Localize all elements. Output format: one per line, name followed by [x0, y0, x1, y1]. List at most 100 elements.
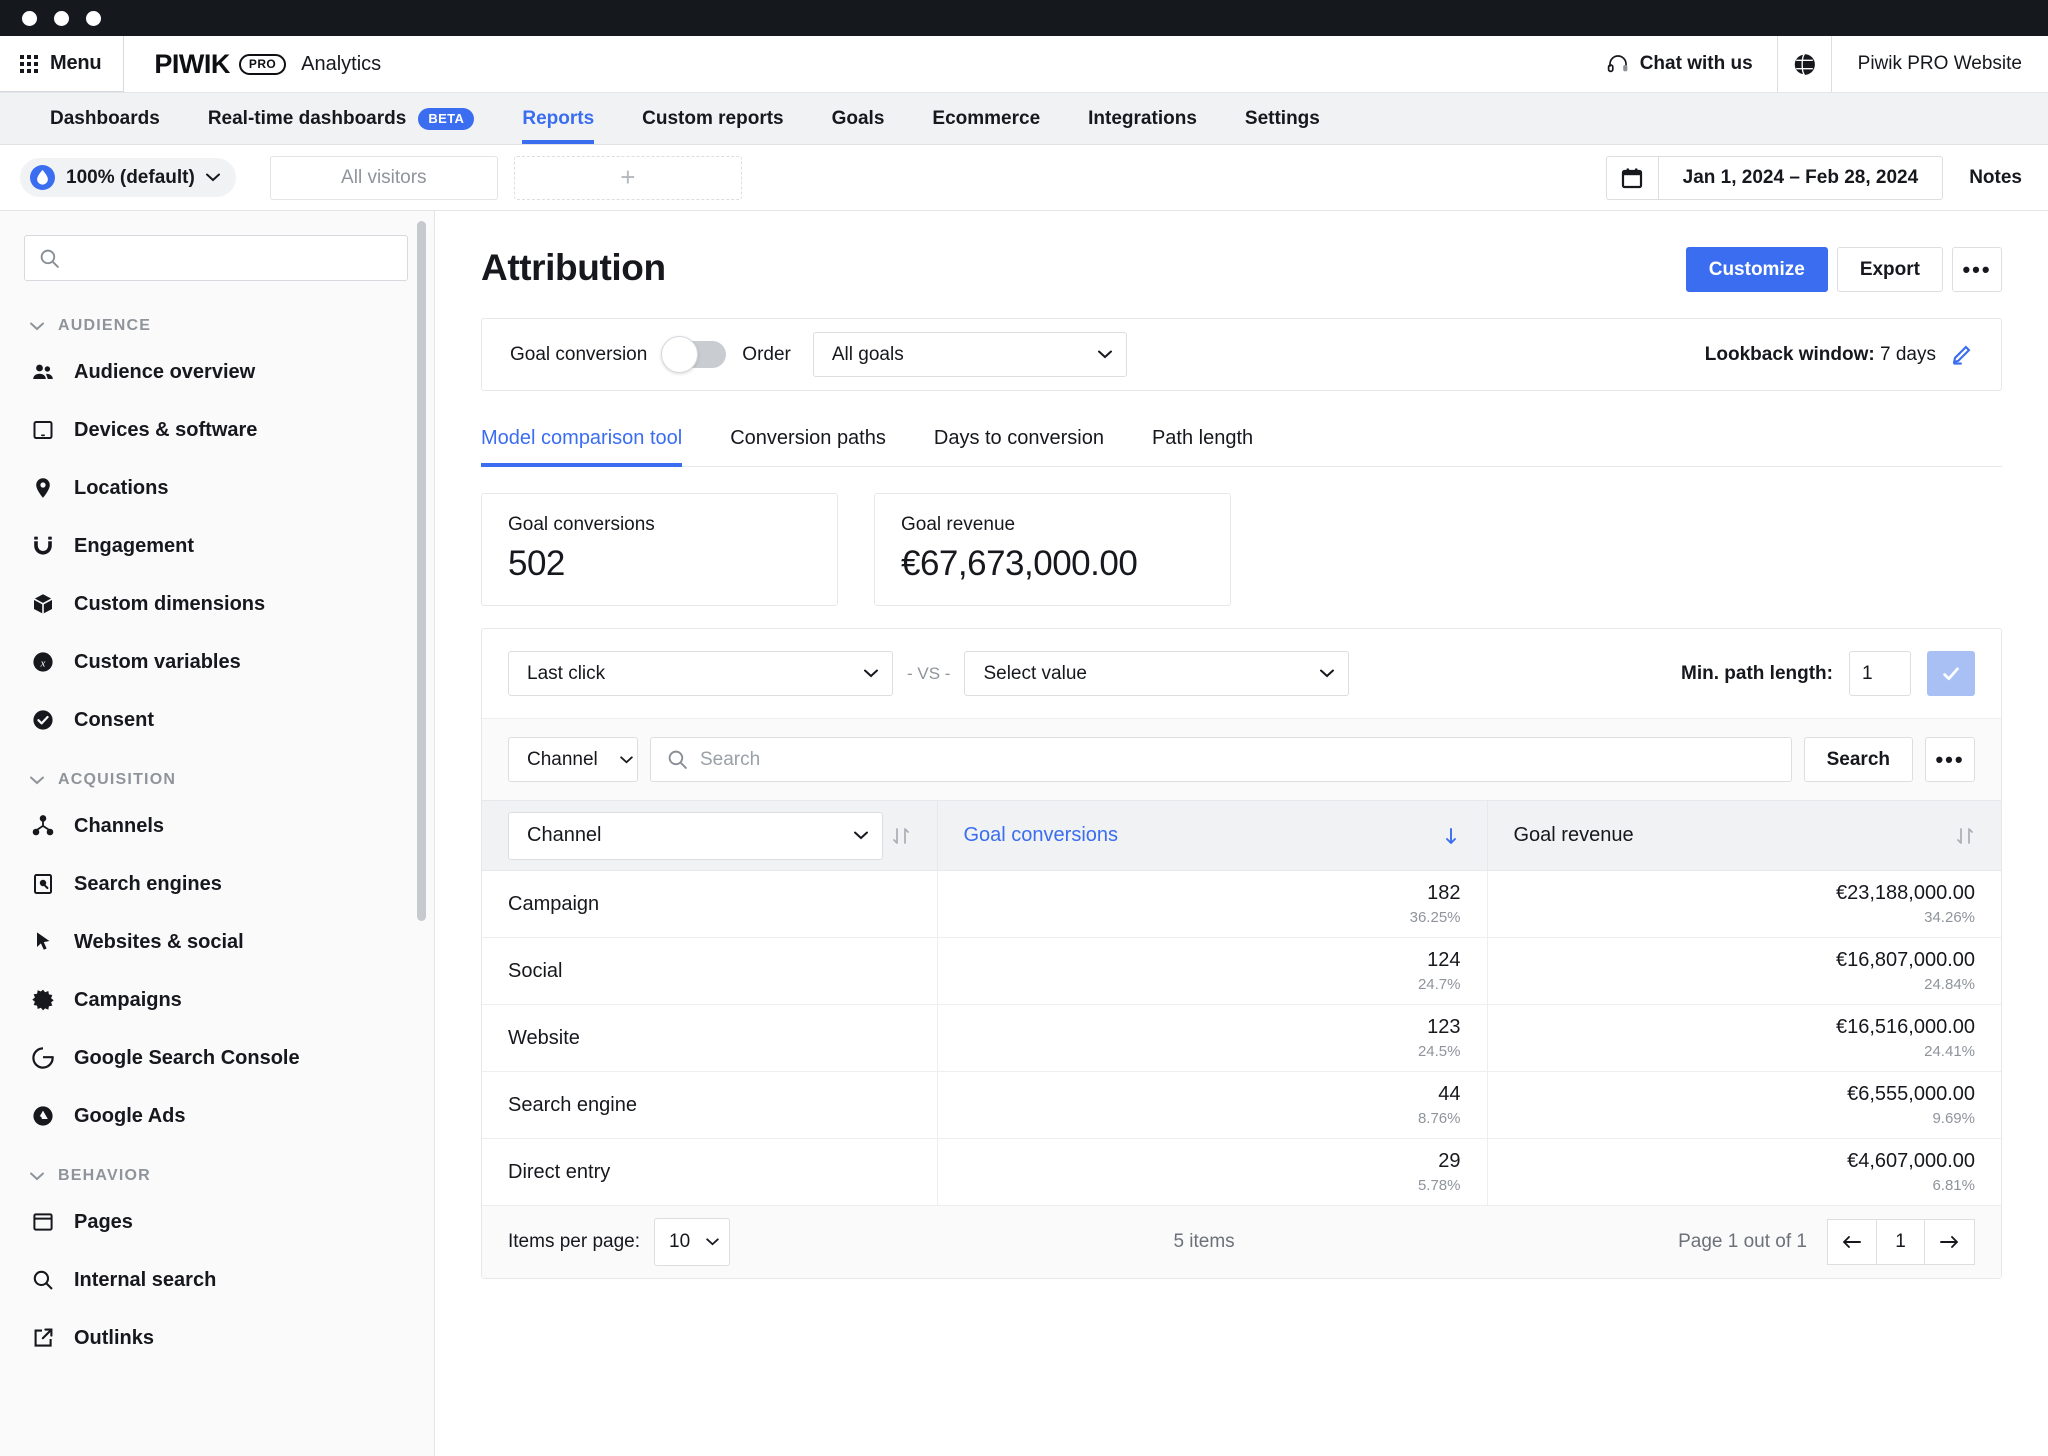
sidebar-item-campaigns[interactable]: Campaigns — [0, 971, 434, 1029]
sidebar-item-channels[interactable]: Channels — [0, 797, 434, 855]
search-dimension-select[interactable]: Channel — [508, 737, 638, 782]
sidebar-item-search-engines[interactable]: Search engines — [0, 855, 434, 913]
cell-value: 124 — [1427, 948, 1461, 971]
cell-percent: 24.7% — [1417, 975, 1461, 993]
table-dimension-select[interactable]: Channel — [508, 811, 883, 860]
google-ads-icon — [30, 1103, 56, 1129]
window-maximize-dot[interactable] — [86, 10, 101, 26]
sidebar-item-label: Channels — [74, 814, 165, 837]
model-b-select[interactable]: Select value — [964, 651, 1350, 696]
sidebar-item-label: Websites & social — [74, 930, 244, 953]
tab-model-comparison-tool[interactable]: Model comparison tool — [481, 427, 706, 467]
cell-percent: 36.25% — [1409, 908, 1461, 926]
sidebar-group-behavior[interactable]: BEHAVIOR — [0, 1145, 434, 1193]
table-body: Campaign 182 36.25% €23,188,000.00 34.26… — [482, 870, 2001, 1206]
beta-badge: BETA — [418, 107, 475, 130]
export-button[interactable]: Export — [1836, 247, 1943, 292]
sidebar-item-custom-dimensions[interactable]: Custom dimensions — [0, 575, 434, 633]
cursor-icon — [30, 929, 56, 955]
vs-label: - VS - — [907, 663, 951, 683]
nav-item-custom-reports[interactable]: Custom reports — [618, 93, 807, 144]
table-row[interactable]: Search engine 44 8.76% €6,555,000.00 9.6… — [482, 1071, 2001, 1139]
sidebar-search-box[interactable] — [24, 235, 408, 281]
map-pin-icon — [30, 475, 56, 501]
lookback-value: 7 days — [1880, 343, 1936, 365]
tab-days-to-conversion[interactable]: Days to conversion — [910, 427, 1128, 466]
nav-label: Ecommerce — [932, 107, 1041, 129]
next-page-button[interactable] — [1924, 1219, 1975, 1265]
table-row[interactable]: Campaign 182 36.25% €23,188,000.00 34.26… — [482, 870, 2001, 938]
nav-label: Dashboards — [50, 107, 160, 129]
notes-button[interactable]: Notes — [1969, 167, 2022, 189]
cell-goal-conversions: 124 24.7% — [937, 937, 1488, 1005]
cell-value: 29 — [1438, 1149, 1461, 1172]
sidebar-scrollbar[interactable] — [417, 211, 426, 1456]
sidebar-group-acquisition[interactable]: ACQUISITION — [0, 749, 434, 797]
lookback-label: Lookback window: 7 days — [1705, 344, 1936, 366]
table-search-button[interactable]: Search — [1803, 737, 1913, 782]
sidebar-item-engagement[interactable]: Engagement — [0, 517, 434, 575]
nav-item-realtime-dashboards[interactable]: Real-time dashboards BETA — [184, 93, 499, 144]
table-col-label[interactable]: Goal conversions — [964, 824, 1119, 847]
table-row[interactable]: Social 124 24.7% €16,807,000.00 24.84% — [482, 937, 2001, 1005]
apply-min-path-button[interactable] — [1927, 651, 1975, 696]
nav-item-reports[interactable]: Reports — [498, 93, 618, 144]
sidebar-group-audience[interactable]: AUDIENCE — [0, 295, 434, 343]
add-segment-button[interactable]: + — [513, 155, 742, 200]
table-footer: Items per page: 10 5 items Page 1 out of… — [482, 1206, 2001, 1278]
brand-logo: PIWIK PRO Analytics — [124, 36, 381, 92]
edit-pencil-icon[interactable] — [1950, 343, 1973, 366]
window-close-dot[interactable] — [22, 10, 37, 26]
sort-toggle-icon[interactable] — [891, 826, 911, 846]
sidebar-item-consent[interactable]: Consent — [0, 691, 434, 749]
goals-select[interactable]: All goals — [812, 332, 1127, 377]
more-options-button[interactable]: ••• — [1952, 247, 2002, 292]
nav-item-ecommerce[interactable]: Ecommerce — [908, 93, 1064, 144]
sidebar-item-custom-variables[interactable]: x Custom variables — [0, 633, 434, 691]
sidebar-item-audience-overview[interactable]: Audience overview — [0, 343, 434, 401]
window-icon — [30, 1209, 56, 1235]
kpi-cards: Goal conversions 502 Goal revenue €67,67… — [481, 493, 2002, 606]
nav-item-dashboards[interactable]: Dashboards — [26, 93, 184, 144]
sort-toggle-icon[interactable] — [1955, 826, 1975, 846]
table-search-box[interactable] — [650, 737, 1792, 782]
tab-conversion-paths[interactable]: Conversion paths — [706, 427, 910, 466]
sidebar-item-websites-social[interactable]: Websites & social — [0, 913, 434, 971]
sidebar-item-label: Devices & software — [74, 418, 258, 441]
date-range-picker[interactable]: Jan 1, 2024 – Feb 28, 2024 — [1605, 155, 1944, 200]
goals-select-value: All goals — [831, 343, 904, 365]
sidebar-item-devices-software[interactable]: Devices & software — [0, 401, 434, 459]
sidebar-item-outlinks[interactable]: Outlinks — [0, 1309, 434, 1367]
sampling-selector[interactable]: 100% (default) — [20, 158, 236, 197]
sidebar-item-pages[interactable]: Pages — [0, 1193, 434, 1251]
sort-desc-icon[interactable] — [1441, 826, 1461, 846]
sidebar-item-google-ads[interactable]: Google Ads — [0, 1087, 434, 1145]
table-row[interactable]: Direct entry 29 5.78% €4,607,000.00 6.81… — [482, 1138, 2001, 1206]
site-selector[interactable]: Piwik PRO Website — [1776, 36, 2048, 92]
model-a-select[interactable]: Last click — [508, 651, 893, 696]
table-col-label[interactable]: Goal revenue — [1514, 824, 1634, 847]
items-per-page-select[interactable]: 10 — [654, 1218, 731, 1266]
min-path-length-input[interactable] — [1849, 651, 1911, 696]
chat-with-us-button[interactable]: Chat with us — [1582, 36, 1777, 92]
kpi-value: 502 — [508, 544, 565, 583]
nav-item-goals[interactable]: Goals — [808, 93, 909, 144]
segment-all-visitors[interactable]: All visitors — [269, 155, 498, 200]
main-menu-button[interactable]: Menu — [0, 36, 125, 92]
customize-button[interactable]: Customize — [1685, 247, 1828, 292]
sidebar-scrollbar-thumb[interactable] — [417, 221, 426, 921]
goal-conversion-toggle[interactable] — [661, 336, 727, 373]
table-more-options-button[interactable]: ••• — [1925, 737, 1975, 782]
previous-page-button[interactable] — [1826, 1219, 1877, 1265]
window-minimize-dot[interactable] — [54, 10, 69, 26]
tab-path-length[interactable]: Path length — [1128, 427, 1277, 466]
table-row[interactable]: Website 123 24.5% €16,516,000.00 24.41% — [482, 1004, 2001, 1072]
nav-item-integrations[interactable]: Integrations — [1064, 93, 1221, 144]
nav-item-settings[interactable]: Settings — [1221, 93, 1344, 144]
current-page-number[interactable]: 1 — [1876, 1219, 1925, 1265]
table-search-input[interactable] — [700, 748, 1775, 771]
sidebar-search-input[interactable] — [70, 247, 393, 269]
sidebar-item-google-search-console[interactable]: Google Search Console — [0, 1029, 434, 1087]
sidebar-item-internal-search[interactable]: Internal search — [0, 1251, 434, 1309]
sidebar-item-locations[interactable]: Locations — [0, 459, 434, 517]
